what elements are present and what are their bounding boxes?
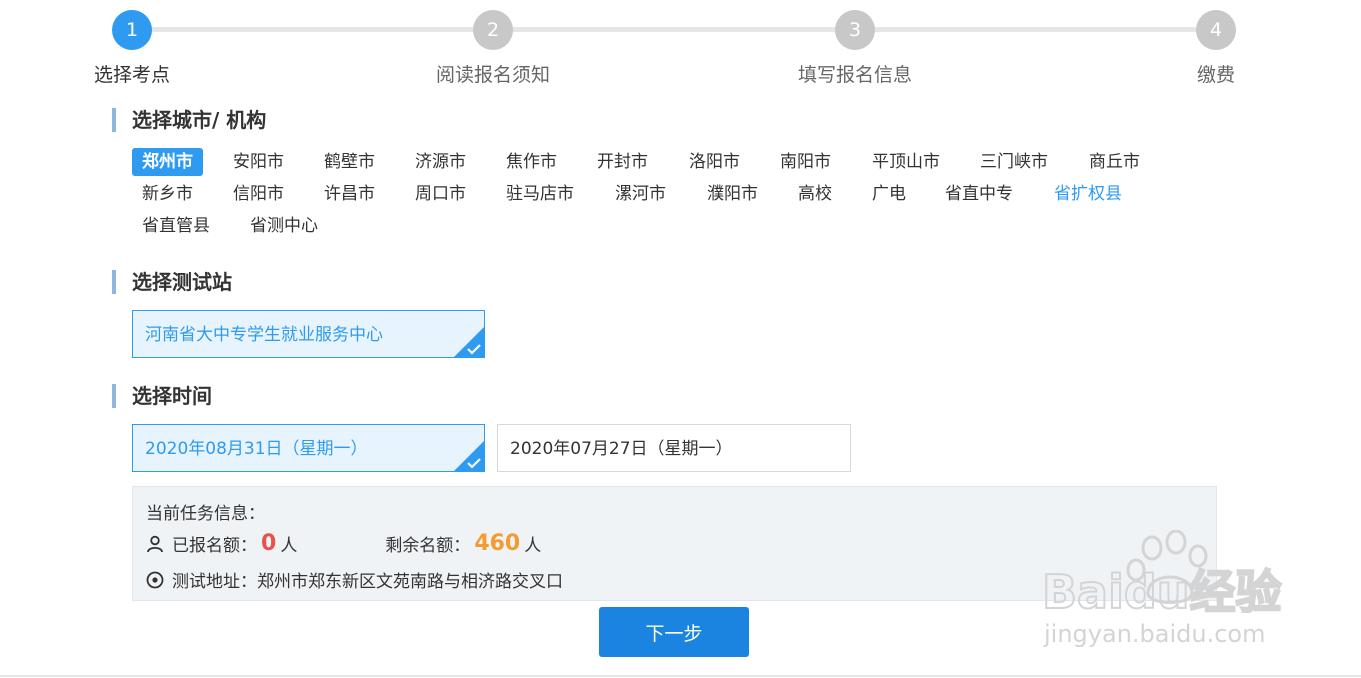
person-icon xyxy=(147,535,163,552)
step-4-circle: 4 xyxy=(1196,10,1236,50)
city-chip[interactable]: 濮阳市 xyxy=(697,180,768,208)
city-chip[interactable]: 焦作市 xyxy=(496,148,567,176)
city-chip[interactable]: 驻马店市 xyxy=(496,180,584,208)
city-chip[interactable]: 商丘市 xyxy=(1079,148,1150,176)
city-chip[interactable]: 漯河市 xyxy=(605,180,676,208)
city-chip[interactable]: 广电 xyxy=(862,180,916,208)
city-section-title: 选择城市/ 机构 xyxy=(112,108,266,132)
time-option-label: 2020年08月31日（星期一） xyxy=(145,439,368,459)
city-chip[interactable]: 三门峡市 xyxy=(970,148,1058,176)
next-step-button[interactable]: 下一步 xyxy=(599,607,749,657)
step-4-label: 缴费 xyxy=(1196,64,1236,86)
city-chip[interactable]: 平顶山市 xyxy=(862,148,950,176)
city-chip[interactable]: 省扩权县 xyxy=(1044,180,1132,208)
step-2-label: 阅读报名须知 xyxy=(435,64,551,86)
quota-row: 已报名额： 0 人 剩余名额： 460 人 xyxy=(146,531,541,556)
remaining-count: 460 xyxy=(474,531,521,556)
city-chip[interactable]: 开封市 xyxy=(587,148,658,176)
city-chip[interactable]: 省直中专 xyxy=(935,180,1023,208)
time-option-label: 2020年07月27日（星期一） xyxy=(510,439,733,459)
city-chip[interactable]: 省测中心 xyxy=(240,212,328,240)
check-icon xyxy=(467,344,481,355)
address-value: 郑州市郑东新区文苑南路与相济路交叉口 xyxy=(257,572,563,592)
remaining-unit: 人 xyxy=(524,536,542,556)
city-chip[interactable]: 济源市 xyxy=(405,148,476,176)
step-1-label: 选择考点 xyxy=(93,64,171,86)
station-option-label: 河南省大中专学生就业服务中心 xyxy=(145,325,383,345)
check-icon xyxy=(467,458,481,469)
city-chip[interactable]: 鹤壁市 xyxy=(314,148,385,176)
registered-unit: 人 xyxy=(280,536,298,556)
station-option[interactable]: 河南省大中专学生就业服务中心 xyxy=(132,310,485,358)
bottom-divider xyxy=(0,675,1361,677)
step-2-circle: 2 xyxy=(473,10,513,50)
registered-count: 0 xyxy=(261,531,277,556)
location-pin-icon xyxy=(146,571,164,588)
step-3-label: 填写报名信息 xyxy=(797,64,913,86)
city-chip[interactable]: 安阳市 xyxy=(223,148,294,176)
time-section-title: 选择时间 xyxy=(112,384,212,408)
time-option-1[interactable]: 2020年08月31日（星期一） xyxy=(132,424,485,472)
city-chip[interactable]: 信阳市 xyxy=(223,180,294,208)
city-chip[interactable]: 许昌市 xyxy=(314,180,385,208)
remaining-label: 剩余名额： xyxy=(385,536,471,556)
city-chip[interactable]: 郑州市 xyxy=(132,148,203,176)
city-chip[interactable]: 南阳市 xyxy=(770,148,841,176)
time-option-2[interactable]: 2020年07月27日（星期一） xyxy=(497,424,851,472)
city-chip[interactable]: 洛阳市 xyxy=(679,148,750,176)
city-chip[interactable]: 新乡市 xyxy=(132,180,203,208)
watermark-brand: Baidu经验 xyxy=(1042,565,1282,619)
address-label: 测试地址： xyxy=(172,572,257,592)
city-chip[interactable]: 高校 xyxy=(788,180,842,208)
city-chip[interactable]: 省直管县 xyxy=(132,212,220,240)
progress-stepper: 1 2 3 4 选择考点 阅读报名须知 填写报名信息 缴费 xyxy=(0,0,1361,100)
baidu-watermark: Baidu经验 jingyan.baidu.com xyxy=(1041,530,1283,648)
address-row: 测试地址： 郑州市郑东新区文苑南路与相济路交叉口 xyxy=(146,567,563,592)
registered-label: 已报名额： xyxy=(172,536,257,556)
station-section-title: 选择测试站 xyxy=(112,270,232,294)
watermark-url: jingyan.baidu.com xyxy=(1043,620,1265,648)
step-1-circle: 1 xyxy=(112,10,152,50)
stepper-track xyxy=(132,27,1216,32)
task-info-title: 当前任务信息： xyxy=(146,504,265,524)
step-3-circle: 3 xyxy=(835,10,875,50)
city-chip[interactable]: 周口市 xyxy=(405,180,476,208)
